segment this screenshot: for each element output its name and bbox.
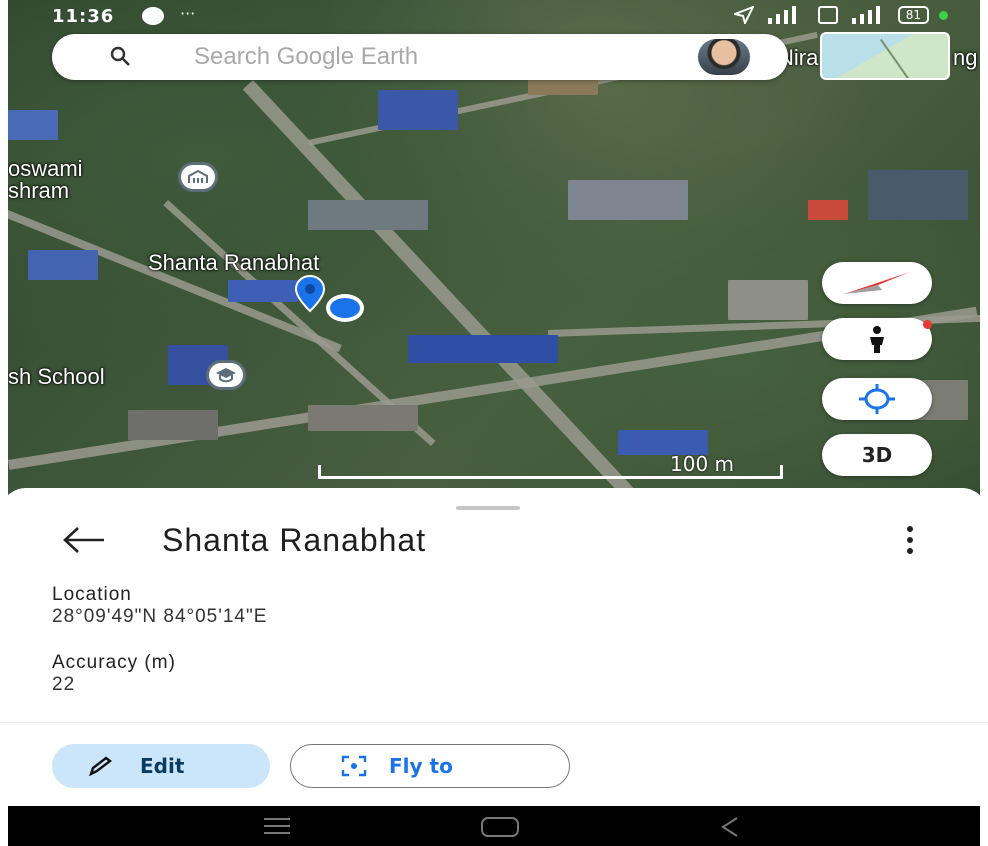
map-scale-label: 100 m — [670, 452, 735, 476]
fly-to-icon — [341, 755, 367, 777]
edit-button[interactable]: Edit — [52, 744, 270, 788]
more-options-icon[interactable] — [904, 526, 916, 554]
compass-icon — [844, 272, 910, 294]
avatar[interactable] — [698, 39, 750, 75]
signal-icon — [767, 6, 796, 24]
building — [378, 90, 458, 130]
minimap-thumbnail[interactable] — [820, 32, 950, 80]
three-d-label: 3D — [861, 443, 893, 467]
messenger-icon — [142, 7, 164, 25]
building — [808, 200, 848, 220]
building — [408, 335, 558, 363]
school-poi-icon[interactable] — [206, 360, 246, 390]
my-location-button[interactable] — [822, 378, 932, 420]
app-root: oswami shram Shanta Ranabhat sh School N… — [0, 0, 988, 846]
building — [28, 250, 98, 280]
divider — [0, 722, 988, 723]
signal-icon-2 — [851, 6, 880, 24]
location-arrow-icon — [733, 6, 754, 24]
my-location-dot — [326, 294, 364, 322]
landmark-poi-icon[interactable] — [178, 162, 218, 192]
green-dot-icon — [939, 10, 948, 20]
building — [868, 170, 968, 220]
accuracy-label: Accuracy (m) — [52, 652, 176, 673]
status-bar: 11:36 ··· 81 — [0, 4, 988, 30]
building — [228, 280, 298, 302]
map-label-school: sh School — [8, 364, 105, 389]
back-nav-icon[interactable] — [720, 816, 740, 838]
fly-to-label: Fly to — [389, 754, 453, 778]
search-input[interactable] — [194, 40, 674, 74]
status-time: 11:36 — [52, 6, 115, 27]
fly-to-button[interactable]: Fly to — [290, 744, 570, 788]
android-nav-bar — [8, 806, 980, 846]
search-icon — [110, 46, 130, 66]
map-label-place: Shanta Ranabhat — [148, 250, 320, 275]
building — [728, 280, 808, 320]
edit-label: Edit — [140, 754, 185, 778]
status-more: ··· — [180, 4, 196, 23]
status-right: 81 — [733, 6, 948, 24]
building — [308, 200, 428, 230]
three-d-button[interactable]: 3D — [822, 434, 932, 476]
notification-dot — [923, 320, 932, 329]
pegman-icon — [870, 326, 884, 353]
home-icon[interactable] — [480, 816, 520, 838]
accuracy-value: 22 — [52, 674, 76, 695]
crosshair-icon — [859, 384, 895, 414]
building — [8, 110, 58, 140]
battery-icon: 81 — [897, 6, 929, 24]
search-bar[interactable] — [52, 34, 788, 80]
street-view-button[interactable] — [822, 318, 932, 360]
compass-button[interactable] — [822, 262, 932, 304]
location-pin-icon[interactable] — [290, 274, 330, 314]
building — [128, 410, 218, 440]
place-details-sheet: Shanta Ranabhat Location 28°09'49"N 84°0… — [0, 488, 988, 806]
location-label: Location — [52, 584, 132, 605]
recents-icon[interactable] — [262, 816, 292, 836]
building — [308, 405, 418, 431]
place-title: Shanta Ranabhat — [162, 522, 427, 558]
back-arrow-icon[interactable] — [62, 526, 106, 554]
pencil-icon — [89, 756, 112, 776]
building — [568, 180, 688, 220]
map-label-ashram: shram — [8, 178, 70, 203]
volte-icon — [817, 6, 838, 24]
sheet-drag-handle[interactable] — [456, 506, 520, 510]
location-value: 28°09'49"N 84°05'14"E — [52, 606, 268, 627]
map-label-ng: ng — [953, 45, 978, 70]
